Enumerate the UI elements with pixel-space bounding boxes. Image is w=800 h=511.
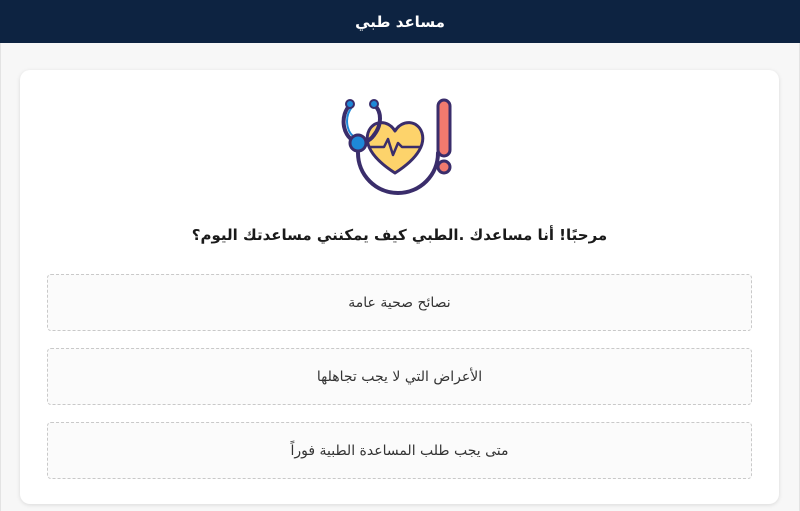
option-general-health-tips[interactable]: نصائح صحية عامة	[47, 274, 752, 331]
option-symptoms-not-to-ignore[interactable]: الأعراض التي لا يجب تجاهلها	[47, 348, 752, 405]
option-when-to-seek-help[interactable]: متى يجب طلب المساعدة الطبية فوراً	[47, 422, 752, 479]
option-label: متى يجب طلب المساعدة الطبية فوراً	[290, 442, 509, 459]
option-label: الأعراض التي لا يجب تجاهلها	[316, 368, 483, 385]
option-label: نصائح صحية عامة	[348, 294, 451, 311]
app-header: مساعد طبي	[0, 0, 800, 43]
welcome-message: مرحبًا! أنا مساعدك .الطبي كيف يمكنني مسا…	[191, 226, 608, 244]
app-title: مساعد طبي	[355, 12, 445, 31]
stethoscope-heart-alert-icon	[330, 95, 460, 195]
